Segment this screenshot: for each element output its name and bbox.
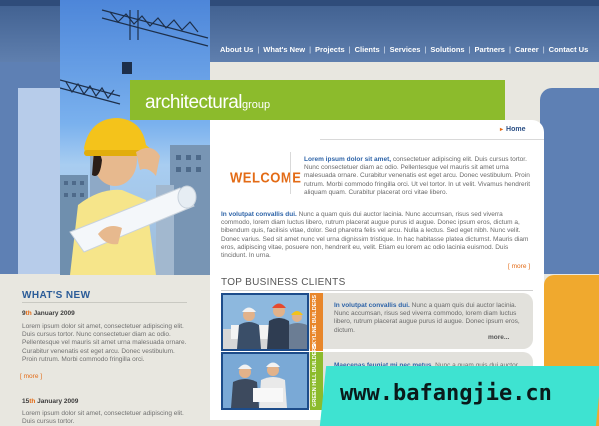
breadcrumb[interactable]: ▸ Home — [500, 126, 525, 133]
client-more-link[interactable]: more... — [488, 334, 509, 341]
client-tab-skyline[interactable]: SKYLINE BUILDERS — [310, 293, 323, 351]
nav-career[interactable]: Career — [515, 45, 539, 54]
news-date: 9th January 2009 — [22, 310, 75, 317]
news-more-label: more — [23, 373, 39, 380]
welcome-lead: Lorem ipsum dolor sit amet, — [304, 156, 392, 163]
workers-image — [223, 354, 307, 408]
news-body: Lorem ipsum dolor sit amet, consectetuer… — [22, 410, 184, 426]
intro-more-link[interactable]: [ more ] — [508, 263, 530, 270]
breadcrumb-divider — [320, 139, 544, 140]
client-photo-skyline — [221, 293, 309, 351]
news-month-year: January 2009 — [31, 310, 75, 317]
news-date: 15th January 2009 — [22, 398, 78, 405]
watermark-text: www.bafangjie.cn — [340, 381, 552, 406]
client-description: In volutpat convallis dui. Nunc a quam q… — [334, 302, 530, 335]
client-lead: In volutpat convallis dui. — [334, 302, 410, 309]
intro-lead: In volutpat convallis dui. — [221, 211, 297, 218]
client-photo-greenhill — [221, 352, 309, 410]
nav-partners[interactable]: Partners — [475, 45, 505, 54]
site-logo[interactable]: architecturalgroup — [145, 92, 270, 114]
nav-separator: | — [508, 45, 511, 54]
news-more-link[interactable]: [ more ] — [20, 373, 42, 380]
client-tab-label: SKYLINE BUILDERS — [312, 294, 318, 348]
intro-more-label: more — [511, 263, 527, 270]
nav-about-us[interactable]: About Us — [220, 45, 253, 54]
clients-divider — [221, 290, 533, 291]
intro-body: Nunc a quam quis dui auctor lacinia. Nun… — [221, 211, 529, 260]
right-blue-panel — [540, 88, 599, 274]
breadcrumb-home[interactable]: Home — [506, 126, 525, 133]
clients-heading: TOP BUSINESS CLIENTS — [221, 277, 346, 288]
main-navigation: About Us | What's New | Projects | Clients |… — [220, 45, 588, 54]
client-tab-label: GREEN HILL BUILDERS — [312, 344, 318, 407]
nav-separator: | — [257, 45, 260, 54]
welcome-divider — [290, 152, 291, 194]
welcome-paragraph: Lorem ipsum dolor sit amet, consectetuer… — [304, 156, 531, 197]
nav-solutions[interactable]: Solutions — [430, 45, 464, 54]
nav-services[interactable]: Services — [390, 45, 421, 54]
nav-separator: | — [348, 45, 351, 54]
nav-clients[interactable]: Clients — [355, 45, 380, 54]
logo-sub-text: group — [242, 99, 271, 111]
nav-whats-new[interactable]: What's New — [263, 45, 305, 54]
arrow-right-icon: ▸ — [500, 127, 504, 133]
workers-image — [223, 295, 307, 349]
engineer-illustration — [60, 9, 209, 275]
news-body: Lorem ipsum dolor sit amet, consectetuer… — [22, 323, 187, 363]
nav-projects[interactable]: Projects — [315, 45, 345, 54]
nav-separator: | — [383, 45, 386, 54]
whats-new-heading: WHAT'S NEW — [22, 290, 91, 301]
whats-new-divider — [22, 302, 187, 303]
left-light-panel — [18, 88, 60, 274]
news-month-year: January 2009 — [35, 398, 79, 405]
nav-separator: | — [424, 45, 427, 54]
nav-contact-us[interactable]: Contact Us — [549, 45, 589, 54]
nav-separator: | — [468, 45, 471, 54]
hero-photo-engineer — [60, 0, 210, 275]
nav-separator: | — [309, 45, 312, 54]
nav-separator: | — [542, 45, 545, 54]
client-tab-greenhill[interactable]: GREEN HILL BUILDERS — [310, 344, 323, 410]
logo-main-text: architectural — [145, 92, 243, 113]
intro-paragraph: In volutpat convallis dui. Nunc a quam q… — [221, 211, 532, 260]
